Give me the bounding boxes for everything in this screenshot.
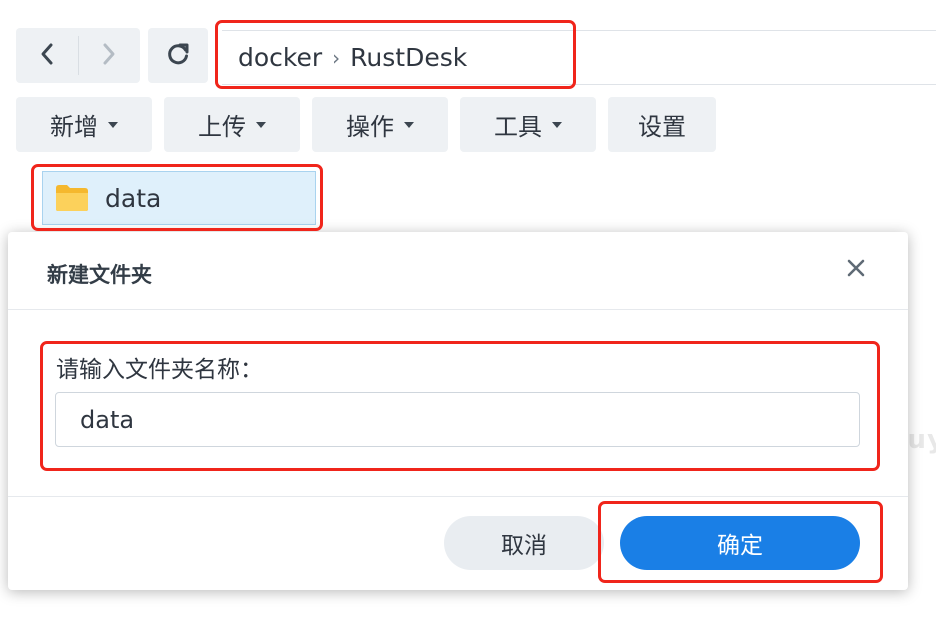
dialog-header: 新建文件夹 xyxy=(8,232,908,310)
back-button[interactable] xyxy=(16,28,78,83)
folder-name-input[interactable] xyxy=(55,392,860,447)
create-menu-label: 新增 xyxy=(50,113,98,141)
cancel-button[interactable]: 取消 xyxy=(444,516,604,570)
history-nav xyxy=(16,28,140,83)
create-menu-button[interactable]: 新增 xyxy=(16,97,152,152)
breadcrumb: docker › RustDesk xyxy=(222,30,936,85)
confirm-button[interactable]: 确定 xyxy=(620,516,860,570)
breadcrumb-item-docker[interactable]: docker xyxy=(238,43,322,72)
chevron-left-icon xyxy=(39,42,55,70)
folder-icon xyxy=(55,184,89,212)
file-name: data xyxy=(105,183,162,213)
folder-name-label: 请输入文件夹名称： xyxy=(56,357,263,383)
file-list-item[interactable]: data xyxy=(42,171,316,225)
tools-menu-button[interactable]: 工具 xyxy=(460,97,596,152)
action-menu-label: 操作 xyxy=(346,113,394,141)
caret-down-icon xyxy=(108,121,118,128)
dialog-divider xyxy=(8,496,908,497)
caret-down-icon xyxy=(552,121,562,128)
caret-down-icon xyxy=(404,121,414,128)
close-button[interactable] xyxy=(844,258,868,282)
breadcrumb-separator: › xyxy=(332,45,341,70)
close-icon xyxy=(846,258,866,282)
refresh-button[interactable] xyxy=(148,28,208,83)
dialog-title: 新建文件夹 xyxy=(47,263,152,287)
upload-menu-label: 上传 xyxy=(198,113,246,141)
caret-down-icon xyxy=(256,121,266,128)
settings-button[interactable]: 设置 xyxy=(608,97,716,152)
create-folder-dialog: 新建文件夹 请输入文件夹名称： 取消 确定 xyxy=(8,232,908,590)
action-menu-button[interactable]: 操作 xyxy=(312,97,448,152)
upload-menu-button[interactable]: 上传 xyxy=(164,97,300,152)
chevron-right-icon xyxy=(101,42,117,70)
refresh-icon xyxy=(165,41,191,71)
settings-label: 设置 xyxy=(638,113,686,141)
tools-menu-label: 工具 xyxy=(494,113,542,141)
forward-button[interactable] xyxy=(79,28,141,83)
breadcrumb-item-rustdesk[interactable]: RustDesk xyxy=(350,43,467,72)
